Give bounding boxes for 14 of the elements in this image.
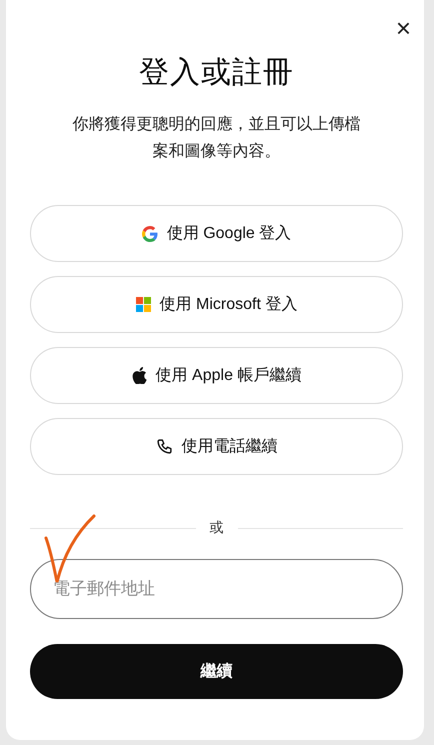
continue-button[interactable]: 繼續 [30,644,403,699]
apple-sign-in-button[interactable]: 使用 Apple 帳戶繼續 [30,347,403,404]
phone-sign-in-button[interactable]: 使用電話繼續 [30,418,403,475]
windows-grid-icon [136,297,151,312]
google-sign-in-button[interactable]: 使用 Google 登入 [30,205,403,262]
dialog-title: 登入或註冊 [139,55,294,91]
microsoft-sign-in-button[interactable]: 使用 Microsoft 登入 [30,276,403,333]
divider-label: 或 [210,519,224,537]
email-field[interactable]: 電子郵件地址 [30,559,403,619]
dialog-subtitle: 你將獲得更聰明的回應，並且可以上傳檔案和圖像等內容。 [72,114,362,162]
close-button[interactable]: × [392,16,415,40]
apple-icon [132,367,147,384]
google-icon [142,226,158,242]
phone-icon [156,438,172,455]
